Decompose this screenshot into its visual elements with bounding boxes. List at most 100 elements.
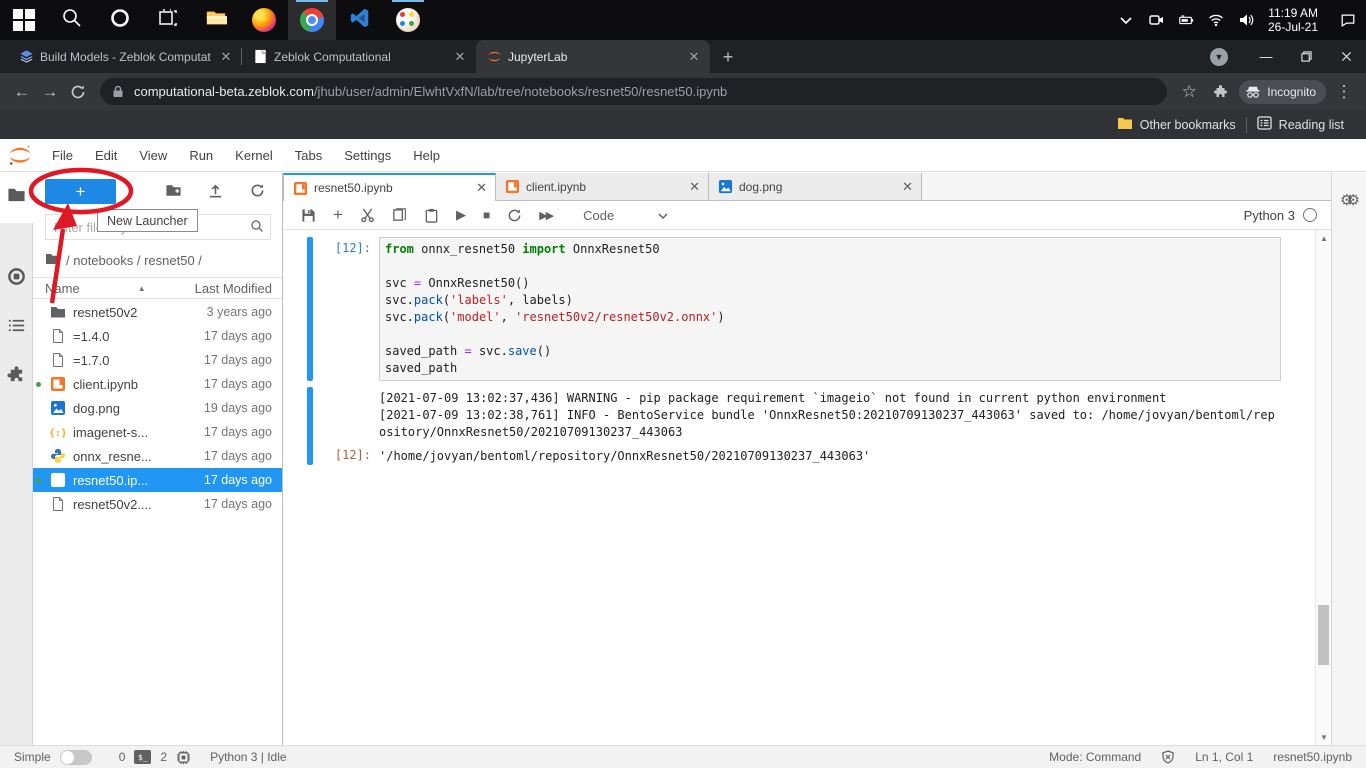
reading-list[interactable]: Reading list <box>1247 110 1354 139</box>
reload-button[interactable] <box>64 78 92 106</box>
paste-cells-button[interactable] <box>424 208 439 223</box>
menu-help[interactable]: Help <box>402 142 451 169</box>
file-row-client.ipynb[interactable]: client.ipynb17 days ago <box>33 372 282 396</box>
simple-mode-toggle[interactable] <box>60 750 92 765</box>
file-row-resnet50v2[interactable]: resnet50v23 years ago <box>33 300 282 324</box>
close-tab-icon[interactable]: ✕ <box>686 49 702 65</box>
firefox-button[interactable] <box>240 0 288 40</box>
cursor-position-text[interactable]: Ln 1, Col 1 <box>1195 750 1253 764</box>
running-sessions-tab[interactable] <box>0 267 33 291</box>
file-explorer-button[interactable] <box>192 0 240 40</box>
minimize-button[interactable]: — <box>1246 40 1286 73</box>
menu-run[interactable]: Run <box>178 142 224 169</box>
breadcrumb-resnet50[interactable]: resnet50 <box>144 253 195 268</box>
dock-tab-resnet50.ipynb[interactable]: resnet50.ipynb✕ <box>283 173 496 201</box>
restart-kernel-button[interactable] <box>507 208 522 223</box>
dock-tab-dog.png[interactable]: dog.png✕ <box>709 173 922 200</box>
tab-search-button[interactable]: ▼ <box>1210 48 1228 66</box>
breadcrumb-notebooks[interactable]: notebooks <box>73 253 133 268</box>
add-cell-button[interactable]: + <box>333 205 343 225</box>
close-tab-icon[interactable]: ✕ <box>476 180 487 196</box>
taskbar-search-button[interactable] <box>48 0 96 40</box>
kernel-status-text[interactable]: Python 3 | Idle <box>210 750 287 764</box>
code-cell-editor[interactable]: from onnx_resnet50 import OnnxResnet50 s… <box>379 237 1281 381</box>
file-browser-tab[interactable] <box>0 185 33 209</box>
other-bookmarks[interactable]: Other bookmarks <box>1107 110 1246 139</box>
new-folder-button[interactable] <box>161 180 185 204</box>
terminals-count[interactable]: 0 <box>119 750 126 764</box>
property-inspector-gears-icon[interactable]: ⚙⚙ <box>1340 191 1353 209</box>
browser-tab-2[interactable]: Zeblok Computational✕ <box>242 40 476 73</box>
file-row-onnx-resne...[interactable]: onnx_resne...17 days ago <box>33 444 282 468</box>
kernel-chip-icon[interactable] <box>176 750 191 765</box>
copy-cells-button[interactable] <box>392 208 407 223</box>
cell-type-dropdown[interactable]: Code <box>583 208 668 223</box>
kernels-count[interactable]: 2 <box>160 750 167 764</box>
close-tab-icon[interactable]: ✕ <box>902 179 913 195</box>
file-row-resnet50v2....[interactable]: resnet50v2....17 days ago <box>33 492 282 516</box>
menu-kernel[interactable]: Kernel <box>224 142 284 169</box>
cortana-button[interactable] <box>96 0 144 40</box>
menu-view[interactable]: View <box>128 142 178 169</box>
terminal-icon[interactable]: $_ <box>134 750 151 764</box>
stop-kernel-button[interactable]: ■ <box>483 208 490 222</box>
browser-tab-3[interactable]: JupyterLab✕ <box>476 40 710 73</box>
taskbar-clock[interactable]: 11:19 AM 26-Jul-21 <box>1268 6 1318 34</box>
dock-tab-client.ipynb[interactable]: client.ipynb✕ <box>496 173 709 200</box>
scroll-up-icon[interactable]: ▲ <box>1316 230 1332 246</box>
close-tab-icon[interactable]: ✕ <box>452 49 468 65</box>
menu-file[interactable]: File <box>41 142 84 169</box>
upload-button[interactable] <box>203 180 227 204</box>
extensions-icon[interactable] <box>1207 78 1235 106</box>
kernel-indicator[interactable]: Python 3 <box>1244 208 1331 223</box>
file-row--1.7.0[interactable]: =1.7.017 days ago <box>33 348 282 372</box>
new-launcher-button[interactable]: + <box>45 179 116 204</box>
vscode-button[interactable] <box>336 0 384 40</box>
browser-tab-1[interactable]: Build Models - Zeblok Computat✕ <box>8 40 242 73</box>
extension-manager-tab[interactable] <box>0 365 33 389</box>
menu-settings[interactable]: Settings <box>333 142 402 169</box>
home-folder-icon[interactable] <box>45 252 60 268</box>
table-of-contents-tab[interactable] <box>0 316 33 340</box>
save-button[interactable] <box>301 208 316 223</box>
trust-shield-icon[interactable] <box>1161 750 1175 764</box>
address-bar[interactable]: computational-beta.zeblok.com/jhub/user/… <box>100 78 1167 105</box>
running-circle-icon <box>7 267 26 291</box>
tray-chevron-icon[interactable] <box>1118 12 1134 28</box>
action-center-icon[interactable] <box>1340 12 1356 28</box>
forward-button[interactable]: → <box>36 78 64 106</box>
bookmark-star-icon[interactable]: ☆ <box>1175 78 1203 106</box>
run-all-button[interactable]: ▶▶ <box>539 209 552 222</box>
column-header-name[interactable]: Name <box>33 281 80 296</box>
refresh-button[interactable] <box>245 180 269 204</box>
chrome-button[interactable] <box>288 0 336 40</box>
restore-button[interactable] <box>1286 40 1326 73</box>
menu-edit[interactable]: Edit <box>84 142 128 169</box>
browser-menu-icon[interactable]: ⋮ <box>1330 78 1358 106</box>
menu-tabs[interactable]: Tabs <box>284 142 333 169</box>
close-tab-icon[interactable]: ✕ <box>218 49 234 65</box>
start-button[interactable] <box>0 0 48 40</box>
notebook-scrollbar[interactable]: ▲ ▼ <box>1315 230 1331 745</box>
meet-now-icon[interactable] <box>1148 12 1164 28</box>
file-row--1.4.0[interactable]: =1.4.017 days ago <box>33 324 282 348</box>
lock-icon[interactable] <box>112 85 124 98</box>
command-mode-text[interactable]: Mode: Command <box>1049 750 1141 764</box>
scroll-down-icon[interactable]: ▼ <box>1316 729 1332 745</box>
volume-icon[interactable] <box>1238 12 1254 28</box>
back-button[interactable]: ← <box>8 78 36 106</box>
file-row-dog.png[interactable]: dog.png19 days ago <box>33 396 282 420</box>
cut-cells-button[interactable] <box>360 208 375 223</box>
scrollbar-thumb[interactable] <box>1318 605 1329 665</box>
paint-button[interactable] <box>384 0 432 40</box>
column-header-modified[interactable]: Last Modified <box>195 281 282 296</box>
battery-icon[interactable] <box>1178 12 1194 28</box>
close-window-button[interactable] <box>1326 40 1366 73</box>
run-cell-button[interactable]: ▶ <box>456 207 466 223</box>
task-view-button[interactable] <box>144 0 192 40</box>
file-row-imagenet-s...[interactable]: {:}imagenet-s...17 days ago <box>33 420 282 444</box>
wifi-icon[interactable] <box>1208 12 1224 28</box>
close-tab-icon[interactable]: ✕ <box>689 179 700 195</box>
new-tab-button[interactable]: + <box>714 43 742 71</box>
file-row-resnet50.ip...[interactable]: resnet50.ip...17 days ago <box>33 468 282 492</box>
